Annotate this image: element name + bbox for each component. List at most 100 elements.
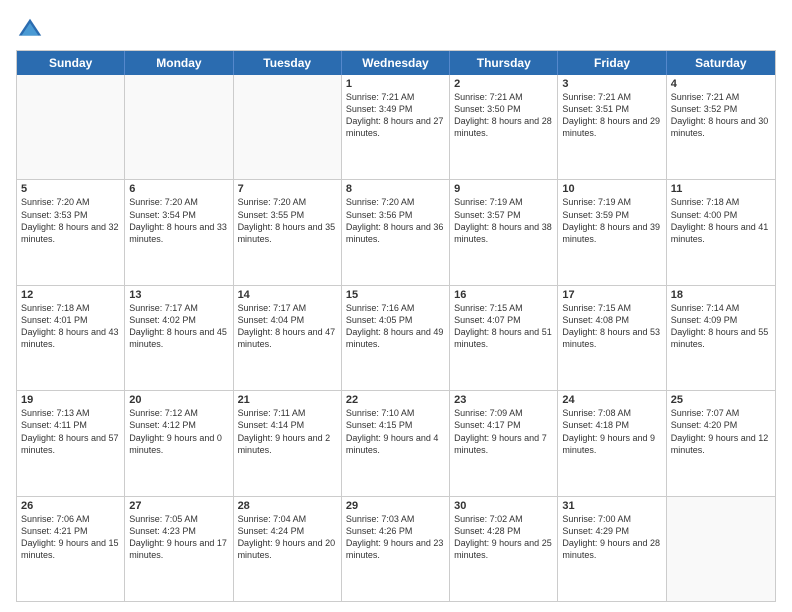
calendar-cell: 17Sunrise: 7:15 AM Sunset: 4:08 PM Dayli… [558, 286, 666, 390]
calendar-cell [17, 75, 125, 179]
day-number: 29 [346, 500, 445, 512]
day-info: Sunrise: 7:14 AM Sunset: 4:09 PM Dayligh… [671, 302, 771, 351]
calendar-cell: 26Sunrise: 7:06 AM Sunset: 4:21 PM Dayli… [17, 497, 125, 601]
calendar-header: SundayMondayTuesdayWednesdayThursdayFrid… [17, 51, 775, 75]
day-number: 26 [21, 500, 120, 512]
day-info: Sunrise: 7:20 AM Sunset: 3:55 PM Dayligh… [238, 196, 337, 245]
day-number: 10 [562, 183, 661, 195]
day-info: Sunrise: 7:06 AM Sunset: 4:21 PM Dayligh… [21, 513, 120, 562]
day-number: 31 [562, 500, 661, 512]
calendar-cell: 18Sunrise: 7:14 AM Sunset: 4:09 PM Dayli… [667, 286, 775, 390]
calendar-cell: 7Sunrise: 7:20 AM Sunset: 3:55 PM Daylig… [234, 180, 342, 284]
day-info: Sunrise: 7:07 AM Sunset: 4:20 PM Dayligh… [671, 407, 771, 456]
header-day-monday: Monday [125, 51, 233, 75]
day-number: 5 [21, 183, 120, 195]
calendar-cell: 23Sunrise: 7:09 AM Sunset: 4:17 PM Dayli… [450, 391, 558, 495]
day-number: 3 [562, 78, 661, 90]
calendar-row-1: 1Sunrise: 7:21 AM Sunset: 3:49 PM Daylig… [17, 75, 775, 179]
day-info: Sunrise: 7:21 AM Sunset: 3:52 PM Dayligh… [671, 91, 771, 140]
day-info: Sunrise: 7:04 AM Sunset: 4:24 PM Dayligh… [238, 513, 337, 562]
calendar-cell [667, 497, 775, 601]
day-number: 6 [129, 183, 228, 195]
calendar-cell: 3Sunrise: 7:21 AM Sunset: 3:51 PM Daylig… [558, 75, 666, 179]
calendar-row-4: 19Sunrise: 7:13 AM Sunset: 4:11 PM Dayli… [17, 390, 775, 495]
logo [16, 16, 48, 44]
day-number: 16 [454, 289, 553, 301]
day-number: 1 [346, 78, 445, 90]
calendar: SundayMondayTuesdayWednesdayThursdayFrid… [16, 50, 776, 602]
day-info: Sunrise: 7:18 AM Sunset: 4:00 PM Dayligh… [671, 196, 771, 245]
calendar-row-5: 26Sunrise: 7:06 AM Sunset: 4:21 PM Dayli… [17, 496, 775, 601]
day-number: 14 [238, 289, 337, 301]
day-number: 30 [454, 500, 553, 512]
day-number: 21 [238, 394, 337, 406]
header-day-tuesday: Tuesday [234, 51, 342, 75]
calendar-cell: 14Sunrise: 7:17 AM Sunset: 4:04 PM Dayli… [234, 286, 342, 390]
calendar-cell: 5Sunrise: 7:20 AM Sunset: 3:53 PM Daylig… [17, 180, 125, 284]
day-number: 12 [21, 289, 120, 301]
day-number: 22 [346, 394, 445, 406]
header-day-wednesday: Wednesday [342, 51, 450, 75]
day-number: 20 [129, 394, 228, 406]
day-info: Sunrise: 7:08 AM Sunset: 4:18 PM Dayligh… [562, 407, 661, 456]
day-number: 23 [454, 394, 553, 406]
day-info: Sunrise: 7:21 AM Sunset: 3:50 PM Dayligh… [454, 91, 553, 140]
calendar-row-2: 5Sunrise: 7:20 AM Sunset: 3:53 PM Daylig… [17, 179, 775, 284]
day-info: Sunrise: 7:17 AM Sunset: 4:04 PM Dayligh… [238, 302, 337, 351]
day-info: Sunrise: 7:13 AM Sunset: 4:11 PM Dayligh… [21, 407, 120, 456]
header-day-saturday: Saturday [667, 51, 775, 75]
calendar-cell: 27Sunrise: 7:05 AM Sunset: 4:23 PM Dayli… [125, 497, 233, 601]
day-number: 17 [562, 289, 661, 301]
calendar-cell: 15Sunrise: 7:16 AM Sunset: 4:05 PM Dayli… [342, 286, 450, 390]
day-info: Sunrise: 7:10 AM Sunset: 4:15 PM Dayligh… [346, 407, 445, 456]
day-number: 18 [671, 289, 771, 301]
calendar-cell: 25Sunrise: 7:07 AM Sunset: 4:20 PM Dayli… [667, 391, 775, 495]
calendar-cell: 11Sunrise: 7:18 AM Sunset: 4:00 PM Dayli… [667, 180, 775, 284]
day-info: Sunrise: 7:19 AM Sunset: 3:59 PM Dayligh… [562, 196, 661, 245]
logo-icon [16, 16, 44, 44]
day-number: 7 [238, 183, 337, 195]
day-number: 25 [671, 394, 771, 406]
day-number: 27 [129, 500, 228, 512]
calendar-cell: 20Sunrise: 7:12 AM Sunset: 4:12 PM Dayli… [125, 391, 233, 495]
day-info: Sunrise: 7:09 AM Sunset: 4:17 PM Dayligh… [454, 407, 553, 456]
day-info: Sunrise: 7:17 AM Sunset: 4:02 PM Dayligh… [129, 302, 228, 351]
day-info: Sunrise: 7:19 AM Sunset: 3:57 PM Dayligh… [454, 196, 553, 245]
day-number: 8 [346, 183, 445, 195]
calendar-cell: 29Sunrise: 7:03 AM Sunset: 4:26 PM Dayli… [342, 497, 450, 601]
day-number: 4 [671, 78, 771, 90]
calendar-cell: 24Sunrise: 7:08 AM Sunset: 4:18 PM Dayli… [558, 391, 666, 495]
day-info: Sunrise: 7:03 AM Sunset: 4:26 PM Dayligh… [346, 513, 445, 562]
calendar-cell: 12Sunrise: 7:18 AM Sunset: 4:01 PM Dayli… [17, 286, 125, 390]
calendar-cell: 13Sunrise: 7:17 AM Sunset: 4:02 PM Dayli… [125, 286, 233, 390]
day-info: Sunrise: 7:20 AM Sunset: 3:53 PM Dayligh… [21, 196, 120, 245]
calendar-row-3: 12Sunrise: 7:18 AM Sunset: 4:01 PM Dayli… [17, 285, 775, 390]
calendar-cell: 10Sunrise: 7:19 AM Sunset: 3:59 PM Dayli… [558, 180, 666, 284]
calendar-body: 1Sunrise: 7:21 AM Sunset: 3:49 PM Daylig… [17, 75, 775, 601]
day-number: 19 [21, 394, 120, 406]
calendar-cell: 16Sunrise: 7:15 AM Sunset: 4:07 PM Dayli… [450, 286, 558, 390]
day-info: Sunrise: 7:02 AM Sunset: 4:28 PM Dayligh… [454, 513, 553, 562]
day-number: 13 [129, 289, 228, 301]
day-info: Sunrise: 7:16 AM Sunset: 4:05 PM Dayligh… [346, 302, 445, 351]
calendar-cell [234, 75, 342, 179]
calendar-cell: 2Sunrise: 7:21 AM Sunset: 3:50 PM Daylig… [450, 75, 558, 179]
calendar-cell: 22Sunrise: 7:10 AM Sunset: 4:15 PM Dayli… [342, 391, 450, 495]
day-info: Sunrise: 7:18 AM Sunset: 4:01 PM Dayligh… [21, 302, 120, 351]
day-info: Sunrise: 7:21 AM Sunset: 3:51 PM Dayligh… [562, 91, 661, 140]
calendar-cell: 1Sunrise: 7:21 AM Sunset: 3:49 PM Daylig… [342, 75, 450, 179]
calendar-cell: 6Sunrise: 7:20 AM Sunset: 3:54 PM Daylig… [125, 180, 233, 284]
header-day-thursday: Thursday [450, 51, 558, 75]
day-info: Sunrise: 7:15 AM Sunset: 4:07 PM Dayligh… [454, 302, 553, 351]
day-number: 28 [238, 500, 337, 512]
calendar-cell: 30Sunrise: 7:02 AM Sunset: 4:28 PM Dayli… [450, 497, 558, 601]
calendar-cell [125, 75, 233, 179]
calendar-cell: 21Sunrise: 7:11 AM Sunset: 4:14 PM Dayli… [234, 391, 342, 495]
calendar-cell: 28Sunrise: 7:04 AM Sunset: 4:24 PM Dayli… [234, 497, 342, 601]
day-info: Sunrise: 7:11 AM Sunset: 4:14 PM Dayligh… [238, 407, 337, 456]
day-number: 2 [454, 78, 553, 90]
calendar-cell: 8Sunrise: 7:20 AM Sunset: 3:56 PM Daylig… [342, 180, 450, 284]
calendar-cell: 4Sunrise: 7:21 AM Sunset: 3:52 PM Daylig… [667, 75, 775, 179]
calendar-cell: 19Sunrise: 7:13 AM Sunset: 4:11 PM Dayli… [17, 391, 125, 495]
day-info: Sunrise: 7:00 AM Sunset: 4:29 PM Dayligh… [562, 513, 661, 562]
